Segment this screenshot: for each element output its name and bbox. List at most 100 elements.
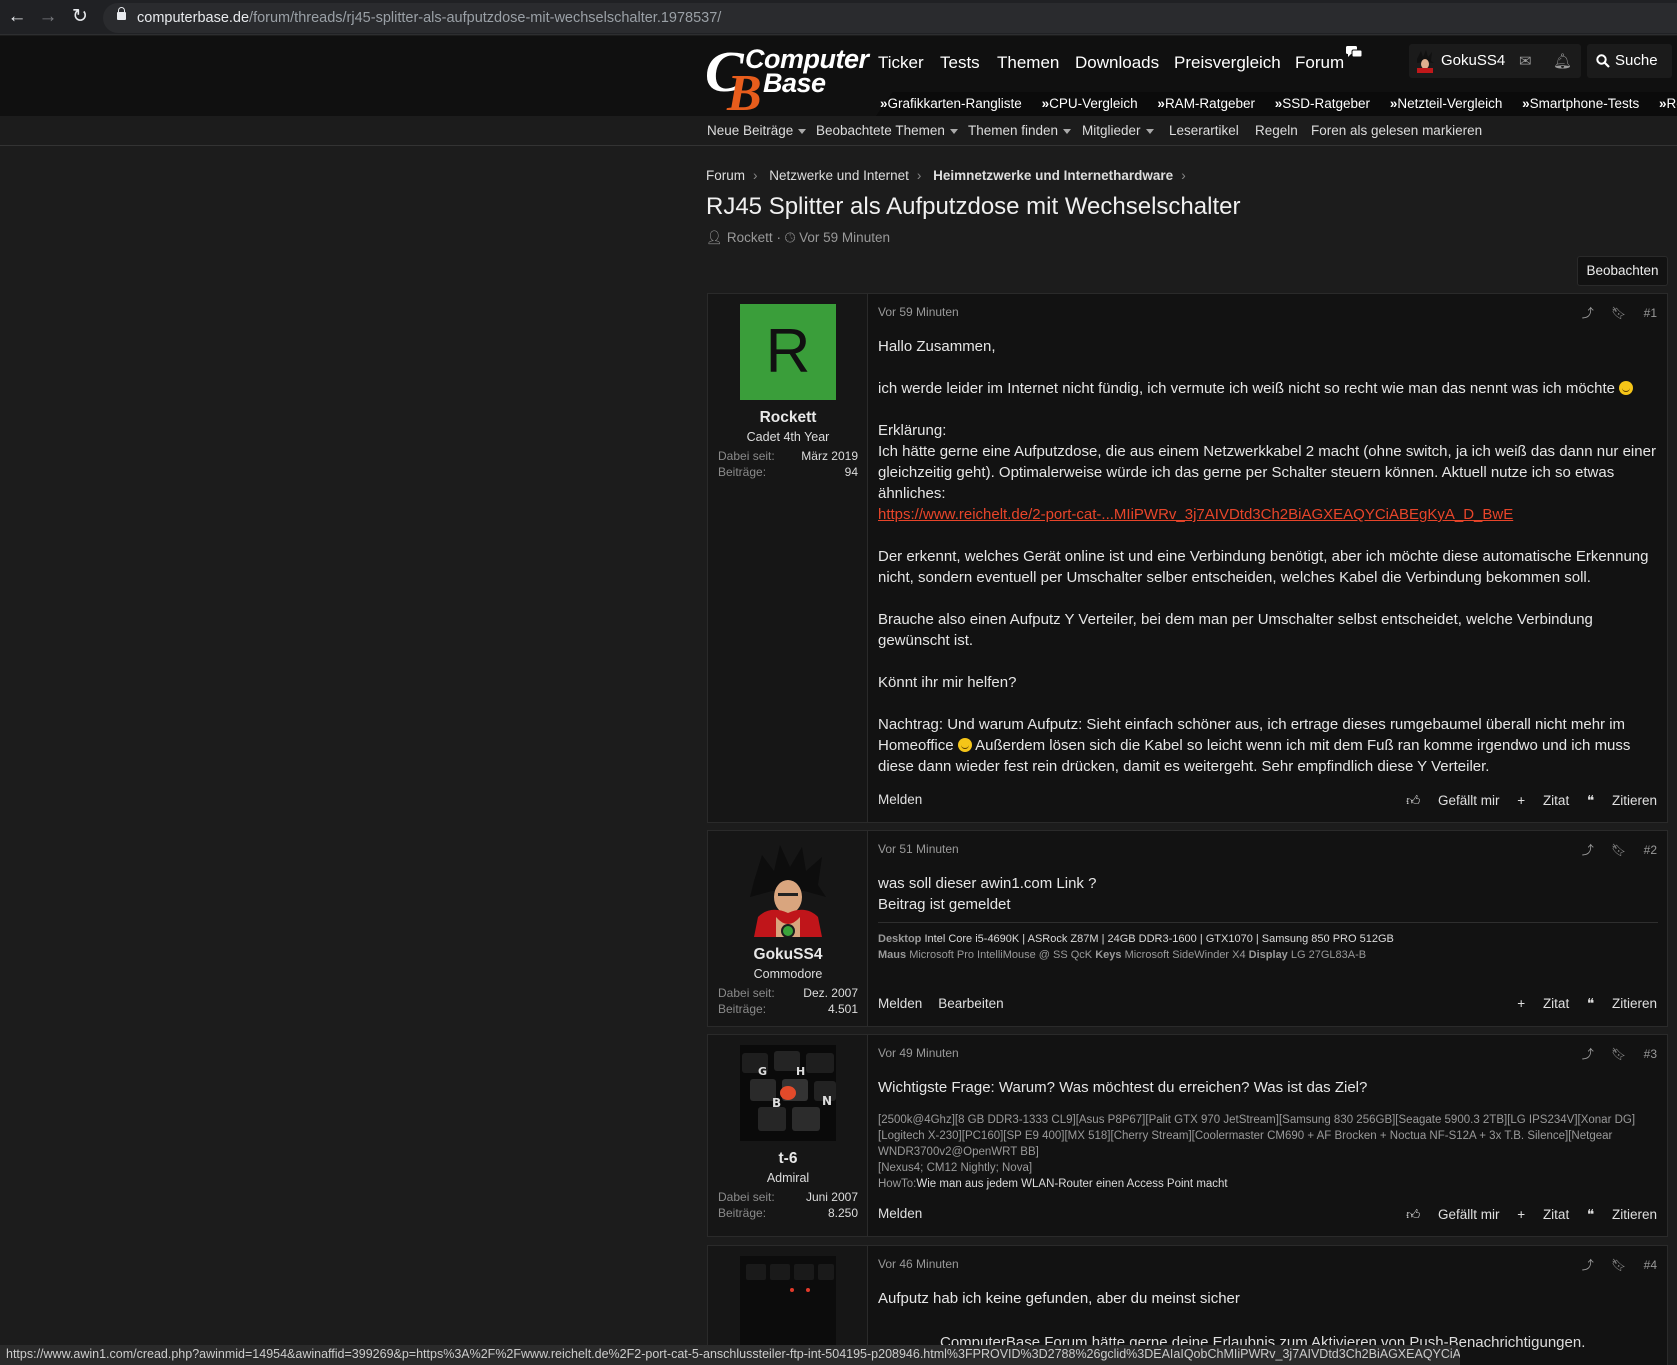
watch-button[interactable]: Beobachten xyxy=(1577,256,1668,286)
quote-button[interactable]: ❝ Zitieren xyxy=(1587,793,1657,808)
share-icon[interactable]: ⤴ xyxy=(1582,306,1594,320)
username[interactable]: t-6 xyxy=(708,1150,868,1168)
breadcrumb-netzwerke[interactable]: Netzwerke und Internet xyxy=(769,168,909,183)
thread-title: RJ45 Splitter als Aufputzdose mit Wechse… xyxy=(706,193,1241,220)
svg-text:G: G xyxy=(758,1065,767,1078)
subnav-leserartikel[interactable]: Leserartikel xyxy=(1169,123,1239,138)
bell-icon[interactable]: 🔔︎ xyxy=(1553,52,1572,70)
post-1: R Rockett Cadet 4th Year Dabei seit: März… xyxy=(707,293,1668,823)
breadcrumb-heimnetzwerke[interactable]: Heimnetzwerke und Internethardware xyxy=(933,168,1173,183)
post-time[interactable]: Vor 59 Minuten xyxy=(878,305,959,319)
nav-preisvergleich[interactable]: Preisvergleich xyxy=(1174,53,1281,73)
url-text: computerbase.de/forum/threads/rj45-split… xyxy=(137,10,722,26)
username[interactable]: GokuSS4 xyxy=(708,946,868,964)
edit-button[interactable]: Bearbeiten xyxy=(938,996,1003,1011)
clock-icon: 🕓︎ xyxy=(784,230,796,245)
post-body: Vor 59 Minuten ⤴ 🔖︎ #1 Hallo Zusammen, i… xyxy=(878,294,1667,822)
subnav-foren-gelesen[interactable]: Foren als gelesen markieren xyxy=(1311,123,1482,138)
nav-forum[interactable]: Forum xyxy=(1295,53,1344,73)
nav-ticker[interactable]: Ticker xyxy=(878,53,924,73)
share-icon[interactable]: ⤴ xyxy=(1582,1258,1594,1272)
nav-tests[interactable]: Tests xyxy=(940,53,980,73)
quote-button[interactable]: ❝ Zitieren xyxy=(1587,996,1657,1011)
author-icon: 👤︎ xyxy=(706,230,724,245)
bookmark-icon[interactable]: 🔖︎ xyxy=(1611,843,1626,857)
subnav-regeln[interactable]: Regeln xyxy=(1255,123,1298,138)
search-button[interactable]: Suche xyxy=(1587,44,1672,78)
report-button[interactable]: Melden xyxy=(878,792,922,807)
post-number[interactable]: #4 xyxy=(1644,1258,1657,1272)
user-rank: Admiral xyxy=(766,1171,810,1185)
like-button[interactable]: 👍︎ Gefällt mir xyxy=(1406,1207,1499,1222)
post-time[interactable]: Vor 46 Minuten xyxy=(878,1257,959,1271)
avatar[interactable] xyxy=(740,841,836,937)
quote-add-button[interactable]: + Zitat xyxy=(1517,1207,1569,1222)
quick-link-ssd[interactable]: »SSD-Ratgeber xyxy=(1275,96,1378,111)
quote-button[interactable]: ❝ Zitieren xyxy=(1587,1207,1657,1222)
stat-joined: Dabei seit: März 2019 xyxy=(718,449,858,463)
status-bar-url: https://www.awin1.com/cread.php?awinmid=… xyxy=(0,1345,1460,1365)
post-body: Vor 51 Minuten ⤴ 🔖︎ #2 was soll dieser a… xyxy=(878,831,1667,1026)
post-actions: Melden Bearbeiten + Zitat ❝ Zitieren xyxy=(878,996,1657,1011)
report-button[interactable]: Melden xyxy=(878,996,922,1011)
post-number[interactable]: #1 xyxy=(1644,306,1657,320)
stat-posts: Beiträge: 8.250 xyxy=(718,1206,858,1220)
username[interactable]: Rockett xyxy=(708,409,868,427)
search-icon xyxy=(1596,54,1610,68)
like-button[interactable]: 👍︎ Gefällt mir xyxy=(1406,793,1499,808)
post-user-panel: G H B N t-6 Admiral Dabei seit: Juni 2007… xyxy=(708,1035,868,1236)
post-number[interactable]: #3 xyxy=(1644,1047,1657,1061)
nav-downloads[interactable]: Downloads xyxy=(1075,53,1159,73)
computerbase-logo[interactable]: C B Computer Base xyxy=(705,39,869,122)
avatar[interactable]: G H B N xyxy=(740,1045,836,1141)
quick-link-cpu[interactable]: »CPU-Vergleich xyxy=(1042,96,1146,111)
howto-link[interactable]: Wie man aus jedem WLAN-Router einen Acce… xyxy=(916,1178,1227,1190)
nav-themen[interactable]: Themen xyxy=(997,53,1059,73)
thread-time[interactable]: Vor 59 Minuten xyxy=(799,230,890,245)
post-tools: ⤴ 🔖︎ #2 xyxy=(1568,841,1657,858)
reload-icon[interactable]: ↻ xyxy=(68,5,92,29)
post-3: G H B N t-6 Admiral Dabei seit: Juni 2007… xyxy=(707,1034,1668,1237)
envelope-icon[interactable]: ✉ xyxy=(1519,52,1532,70)
bookmark-icon[interactable]: 🔖︎ xyxy=(1611,306,1626,320)
quick-link-ram[interactable]: »RAM-Ratgeber xyxy=(1157,96,1263,111)
stat-posts: Beiträge: 94 xyxy=(718,465,858,479)
post-content: Wichtigste Frage: Warum? Was möchtest du… xyxy=(878,1079,1368,1096)
caret-down-icon xyxy=(1063,128,1072,134)
quick-link-netzteil[interactable]: »Netzteil-Vergleich xyxy=(1390,96,1511,111)
post-number[interactable]: #2 xyxy=(1644,843,1657,857)
forward-icon[interactable]: → xyxy=(36,5,60,29)
bookmark-icon[interactable]: 🔖︎ xyxy=(1611,1047,1626,1061)
quote-add-button[interactable]: + Zitat xyxy=(1517,793,1569,808)
signature: [2500k@4Ghz][8 GB DDR3-1333 CL9][Asus P8… xyxy=(878,1114,1636,1190)
post-content: Aufputz hab ich keine gefunden, aber du … xyxy=(878,1290,1240,1307)
breadcrumb-forum[interactable]: Forum xyxy=(706,168,745,183)
address-bar[interactable]: computerbase.de/forum/threads/rj45-split… xyxy=(103,3,1677,33)
quick-link-smartphone[interactable]: »Smartphone-Tests xyxy=(1522,96,1647,111)
quick-link-grafikkarten[interactable]: »Grafikkarten-Rangliste xyxy=(880,96,1030,111)
subnav-mitglieder[interactable]: Mitglieder xyxy=(1082,123,1154,138)
subnav-themen-finden[interactable]: Themen finden xyxy=(968,123,1072,138)
avatar[interactable] xyxy=(740,1256,836,1352)
quick-link-retro[interactable]: »Retro-Ecke xyxy=(1659,96,1677,111)
share-icon[interactable]: ⤴ xyxy=(1582,843,1594,857)
post-content: was soll dieser awin1.com Link ? Beitrag … xyxy=(878,875,1097,913)
thread-author[interactable]: Rockett xyxy=(727,230,773,245)
post-time[interactable]: Vor 51 Minuten xyxy=(878,842,959,856)
smiley-icon xyxy=(1619,381,1634,395)
report-button[interactable]: Melden xyxy=(878,1206,922,1221)
signature: Desktop Intel Core i5-4690K | ASRock Z87… xyxy=(878,922,1658,963)
avatar[interactable]: R xyxy=(740,304,836,400)
smiley-icon xyxy=(957,738,972,752)
share-icon[interactable]: ⤴ xyxy=(1582,1047,1594,1061)
quote-add-button[interactable]: + Zitat xyxy=(1517,996,1569,1011)
bookmark-icon[interactable]: 🔖︎ xyxy=(1611,1258,1626,1272)
subnav-beobachtete-themen[interactable]: Beobachtete Themen xyxy=(816,123,958,138)
lock-icon xyxy=(117,7,126,20)
reichelt-link[interactable]: https://www.reichelt.de/2-port-cat-...MI… xyxy=(878,506,1513,523)
subnav-neue-beitraege[interactable]: Neue Beiträge xyxy=(707,123,807,138)
post-time[interactable]: Vor 49 Minuten xyxy=(878,1046,959,1060)
post-body: Vor 49 Minuten ⤴ 🔖︎ #3 Wichtigste Frage:… xyxy=(878,1035,1667,1236)
post-content: Hallo Zusammen, ich werde leider im Inte… xyxy=(878,338,1656,775)
back-icon[interactable]: ← xyxy=(5,5,29,29)
